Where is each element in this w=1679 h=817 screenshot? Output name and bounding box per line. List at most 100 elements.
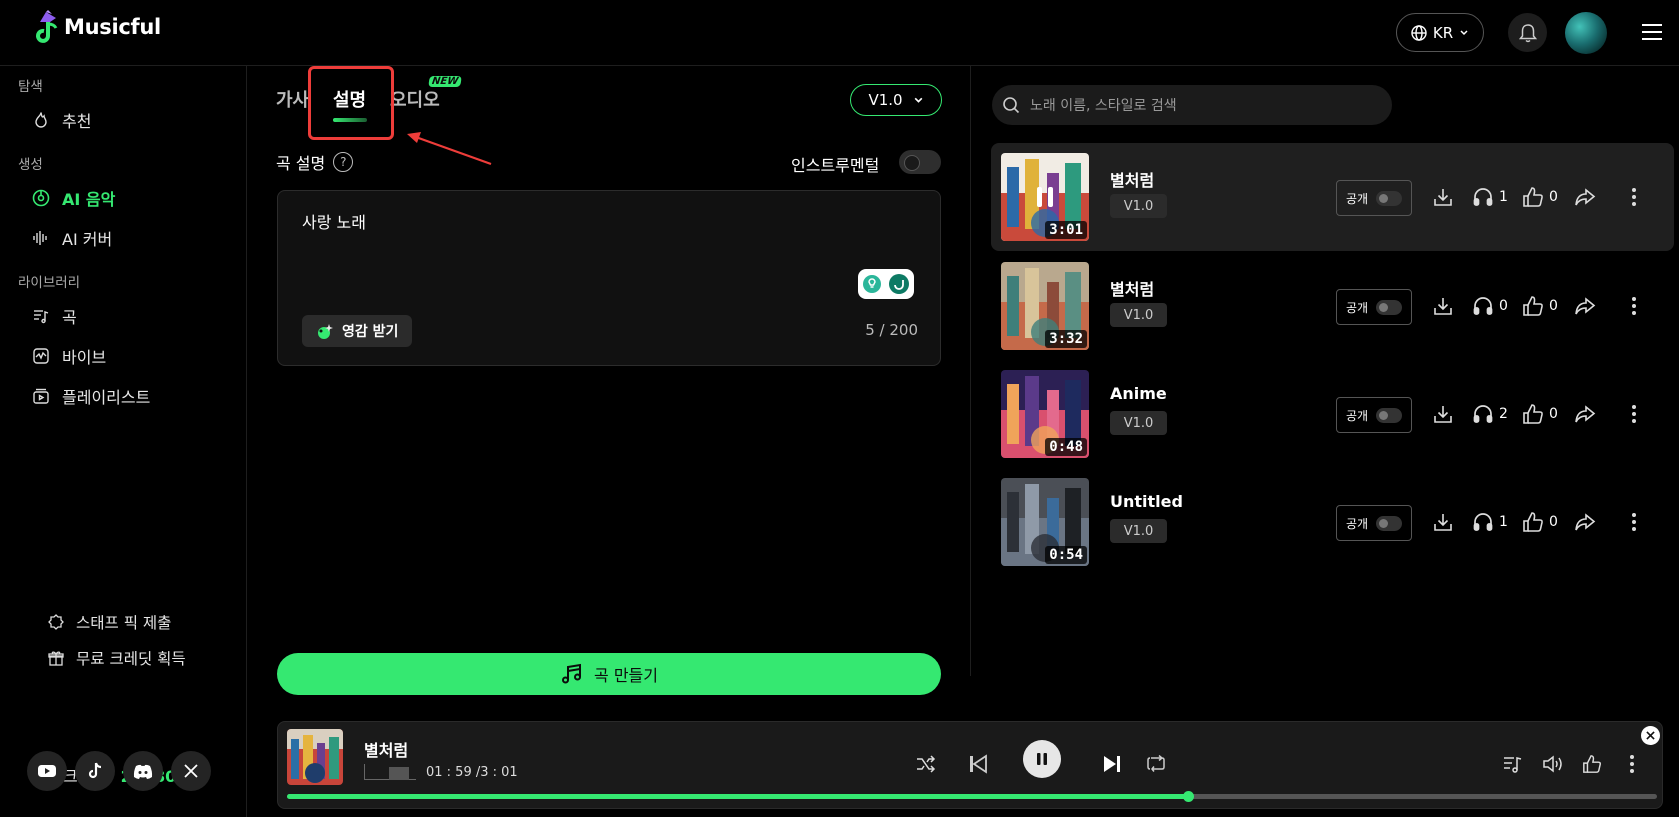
instrumental-label: 인스트루멘털 <box>791 156 880 175</box>
more-vertical-icon <box>1632 188 1636 206</box>
sidebar-item-playlist[interactable]: 플레이리스트 <box>32 383 150 409</box>
language-label: KR <box>1432 23 1454 42</box>
language-selector[interactable]: KR <box>1396 13 1484 52</box>
player-time: 01 : 59 /3 : 01 <box>426 764 518 780</box>
mini-waveform <box>364 764 416 780</box>
help-icon[interactable]: ? <box>333 152 354 172</box>
likes-value: 0 <box>1549 406 1558 422</box>
share-button[interactable] <box>1574 186 1596 208</box>
like-button[interactable]: 0 <box>1522 403 1558 425</box>
share-button[interactable] <box>1574 403 1596 425</box>
section-title-library: 라이브러리 <box>18 275 81 291</box>
top-header: Musicful KR <box>0 0 1679 66</box>
like-button[interactable]: 0 <box>1522 186 1558 208</box>
get-inspiration-button[interactable]: 영감 받기 <box>302 315 413 347</box>
search-input[interactable]: 노래 이름, 스타일로 검색 <box>992 85 1392 125</box>
progress-knob[interactable] <box>1183 791 1195 802</box>
instrumental-toggle[interactable] <box>899 150 941 174</box>
public-toggle-button[interactable]: 공개 <box>1336 180 1412 216</box>
x-icon <box>184 764 198 778</box>
shuffle-button[interactable] <box>913 751 939 777</box>
share-button[interactable] <box>1574 295 1596 317</box>
music-disc-icon <box>32 189 50 207</box>
repeat-button[interactable] <box>1143 751 1169 777</box>
grammar-assist-icon[interactable] <box>858 269 914 299</box>
public-toggle[interactable] <box>1376 299 1403 315</box>
song-more-button[interactable] <box>1623 295 1645 317</box>
free-credits-link[interactable]: 무료 크레딧 획득 <box>48 647 186 669</box>
player-close-button[interactable] <box>1641 726 1660 745</box>
sidebar-item-ai-music[interactable]: AI 음악 <box>32 185 115 211</box>
create-song-button[interactable]: 곡 만들기 <box>277 653 941 695</box>
previous-button[interactable] <box>965 751 991 777</box>
song-title[interactable]: 별처럼 <box>1110 167 1154 191</box>
public-toggle-button[interactable]: 공개 <box>1336 505 1412 541</box>
x-link[interactable] <box>171 751 211 791</box>
song-duration: 0:54 <box>1045 546 1087 564</box>
sidebar-item-ai-cover[interactable]: AI 커버 <box>32 225 112 251</box>
share-button[interactable] <box>1574 511 1596 533</box>
download-button[interactable] <box>1432 186 1454 208</box>
progress-fill <box>287 794 1189 799</box>
song-row[interactable]: 0:48 Anime V1.0 공개 2 0 <box>991 360 1674 468</box>
version-select[interactable]: V1.0 <box>850 84 942 116</box>
logo-icon <box>36 10 58 43</box>
song-title[interactable]: 별처럼 <box>1110 276 1154 300</box>
discord-link[interactable] <box>123 751 163 791</box>
sidebar-item-label: AI 커버 <box>62 230 113 249</box>
public-toggle[interactable] <box>1376 407 1403 423</box>
headphones-icon <box>1473 297 1493 315</box>
pause-button[interactable] <box>1023 740 1061 778</box>
sidebar-item-label: 바이브 <box>62 348 107 367</box>
next-button[interactable] <box>1099 751 1125 777</box>
volume-button[interactable] <box>1540 751 1566 777</box>
sidebar-item-songs[interactable]: 곡 <box>32 303 77 329</box>
song-cover-art[interactable]: 0:48 <box>1001 370 1089 458</box>
song-cover-art[interactable]: 0:54 <box>1001 478 1089 566</box>
download-button[interactable] <box>1432 511 1454 533</box>
public-toggle-button[interactable]: 공개 <box>1336 289 1412 325</box>
hamburger-menu-icon[interactable] <box>1640 20 1664 44</box>
notification-button[interactable] <box>1508 13 1547 52</box>
chevron-down-icon <box>1460 29 1468 35</box>
player-like-button[interactable] <box>1579 751 1605 777</box>
listens-value: 1 <box>1499 514 1508 530</box>
submit-staff-pick-link[interactable]: 스태프 픽 제출 <box>48 611 171 633</box>
progress-slider[interactable] <box>287 791 1657 802</box>
logo[interactable]: Musicful <box>34 10 161 44</box>
download-button[interactable] <box>1432 403 1454 425</box>
tab-lyrics[interactable]: 가사 <box>276 86 309 112</box>
more-vertical-icon <box>1632 297 1636 315</box>
panel-divider <box>970 66 971 676</box>
song-cover-art[interactable]: 3:32 <box>1001 262 1089 350</box>
song-more-button[interactable] <box>1623 186 1645 208</box>
download-button[interactable] <box>1432 295 1454 317</box>
sidebar-item-recommend[interactable]: 추천 <box>32 107 91 133</box>
song-row[interactable]: 0:54 Untitled V1.0 공개 1 0 <box>991 468 1674 576</box>
public-toggle-button[interactable]: 공개 <box>1336 397 1412 433</box>
queue-button[interactable] <box>1500 751 1526 777</box>
song-row[interactable]: 3:32 별처럼 V1.0 공개 0 0 <box>991 252 1674 360</box>
song-row[interactable]: 3:01 별처럼 V1.0 공개 1 0 <box>991 143 1674 251</box>
tab-audio[interactable]: 오디오 <box>390 86 440 112</box>
song-title[interactable]: Untitled <box>1110 492 1183 511</box>
like-button[interactable]: 0 <box>1522 511 1558 533</box>
player-more-button[interactable] <box>1619 751 1645 777</box>
song-title[interactable]: Anime <box>1110 384 1167 403</box>
song-more-button[interactable] <box>1623 511 1645 533</box>
youtube-link[interactable] <box>27 751 67 791</box>
song-more-button[interactable] <box>1623 403 1645 425</box>
listens-value: 0 <box>1499 298 1508 314</box>
public-toggle[interactable] <box>1376 515 1403 531</box>
share-icon <box>1575 297 1596 315</box>
song-cover-art[interactable]: 3:01 <box>1001 153 1089 241</box>
public-toggle[interactable] <box>1376 190 1403 206</box>
user-avatar[interactable] <box>1565 12 1607 54</box>
tiktok-link[interactable] <box>75 751 115 791</box>
description-textarea[interactable]: 사랑 노래 영감 받기 5 / 200 <box>277 190 941 366</box>
like-button[interactable]: 0 <box>1522 295 1558 317</box>
playlist-icon <box>33 388 49 404</box>
submit-staff-pick-label: 스태프 픽 제출 <box>76 614 172 632</box>
sidebar-item-vibe[interactable]: 바이브 <box>32 343 106 369</box>
listens-value: 1 <box>1499 189 1508 205</box>
